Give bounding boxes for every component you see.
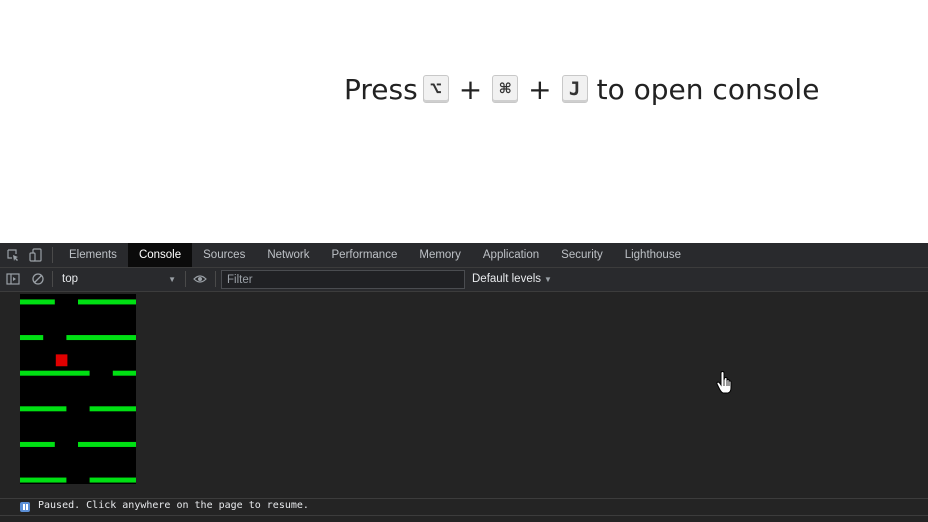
tab-network[interactable]: Network <box>256 243 320 267</box>
context-value: top <box>62 273 78 285</box>
log-levels-label: Default levels <box>472 273 542 285</box>
clear-console-icon[interactable] <box>31 272 45 286</box>
log-levels-dropdown[interactable]: Default levels ▼ <box>472 270 552 289</box>
platform-segment <box>20 335 44 341</box>
platform-segment <box>20 406 67 412</box>
toolbar-divider <box>215 271 216 287</box>
tab-performance[interactable]: Performance <box>321 243 409 267</box>
j-key: J <box>561 75 588 103</box>
sidebar-toggle-icon[interactable] <box>6 272 20 286</box>
platform-segment <box>112 370 136 376</box>
hint-suffix: to open console <box>596 72 820 106</box>
tab-memory[interactable]: Memory <box>408 243 472 267</box>
platform-segment <box>66 335 136 341</box>
console-output <box>0 292 928 498</box>
toolbar-divider <box>52 271 53 287</box>
devtools-tabs: Elements Console Sources Network Performance… <box>58 243 692 267</box>
command-key: ⌘ <box>492 75 519 103</box>
toolbar-divider <box>52 247 53 263</box>
paused-status-bar[interactable]: Paused. Click anywhere on the page to re… <box>0 498 928 516</box>
player-block <box>55 354 68 367</box>
toolbar-divider <box>185 271 186 287</box>
device-toggle-icon[interactable] <box>29 248 43 262</box>
tab-sources[interactable]: Sources <box>192 243 256 267</box>
tab-application[interactable]: Application <box>472 243 550 267</box>
tab-lighthouse[interactable]: Lighthouse <box>614 243 692 267</box>
hand-pointer-icon <box>716 371 732 394</box>
platform-segment <box>20 370 90 376</box>
devtools-tab-bar: Elements Console Sources Network Performance… <box>0 243 928 268</box>
platform-segment <box>20 299 55 305</box>
live-expression-eye-icon[interactable] <box>193 272 207 286</box>
option-key: ⌥ <box>422 75 449 103</box>
page: Press ⌥ + ⌘ + J to open console Elements… <box>0 0 928 522</box>
platform-segment <box>78 299 136 305</box>
platform-segment <box>20 477 67 483</box>
plus-sign: + <box>458 72 483 106</box>
context-selector[interactable]: top ▼ <box>56 270 180 289</box>
paused-badge-icon <box>20 502 30 512</box>
tab-elements[interactable]: Elements <box>58 243 128 267</box>
game-canvas[interactable] <box>20 294 136 484</box>
paused-message: Paused. Click anywhere on the page to re… <box>38 500 309 511</box>
console-shortcut-hint: Press ⌥ + ⌘ + J to open console <box>342 70 819 108</box>
tab-console[interactable]: Console <box>127 243 193 267</box>
platform-segment <box>78 441 136 447</box>
platform-segment <box>89 406 136 412</box>
plus-sign: + <box>528 72 552 106</box>
hint-prefix: Press <box>344 72 418 106</box>
tab-security[interactable]: Security <box>550 243 614 267</box>
chevron-down-icon: ▼ <box>544 275 552 284</box>
chevron-down-icon: ▼ <box>168 275 176 284</box>
console-prompt[interactable] <box>0 516 928 522</box>
devtools-panel: Elements Console Sources Network Performance… <box>0 243 928 522</box>
filter-input[interactable] <box>221 270 465 289</box>
platform-segment <box>20 441 55 447</box>
platform-segment <box>89 477 136 483</box>
inspect-element-icon[interactable] <box>6 248 20 262</box>
console-toolbar: top ▼ Default levels▼ <box>0 268 928 292</box>
